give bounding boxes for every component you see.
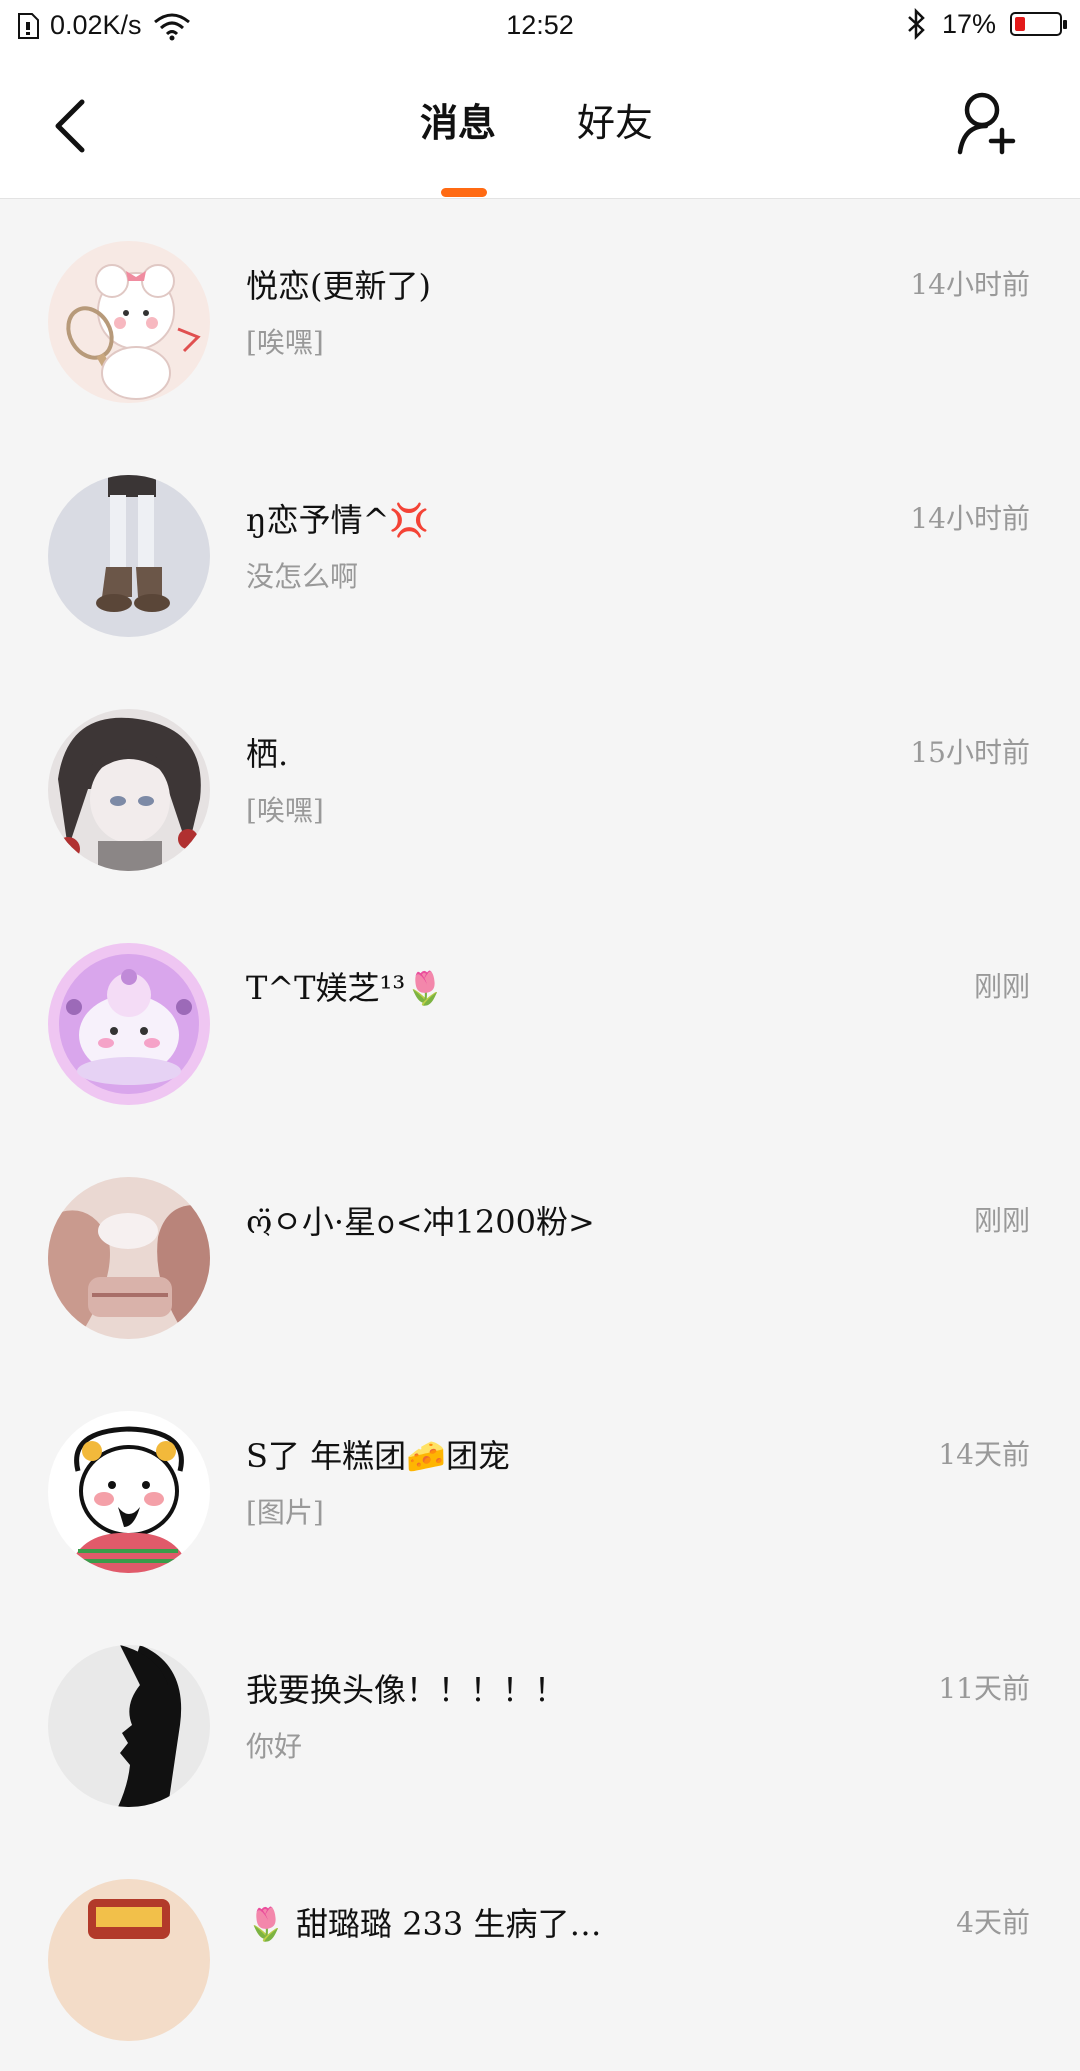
avatar[interactable] [48, 943, 210, 1105]
avatar[interactable] [48, 1879, 210, 2041]
conversation-item[interactable]: 栖. [唉嘿] 15小时前 [0, 667, 1080, 901]
battery-icon [1010, 12, 1067, 36]
conversation-item[interactable]: T^T媄芝¹³🌷 刚刚 [0, 901, 1080, 1135]
message-time: 刚刚 [973, 970, 1030, 1003]
message-preview: [唉嘿] [246, 794, 324, 827]
message-preview: [图片] [246, 1496, 324, 1529]
add-friend-icon[interactable] [956, 90, 1018, 156]
message-time: 14小时前 [910, 502, 1030, 535]
battery-percent: 17% [941, 8, 996, 39]
status-bar: 0.02K/s 12:52 17% [0, 0, 1080, 52]
tab-messages[interactable]: 消息 [420, 92, 496, 147]
contact-name: 栖. [246, 735, 289, 773]
avatar[interactable] [48, 709, 210, 871]
contact-name: ო̈ㅇ小·星ᩅ<冲1200粉> [246, 1203, 595, 1241]
conversation-item[interactable]: 我要换头像！！！！！ 你好 11天前 [0, 1603, 1080, 1837]
tab-friends[interactable]: 好友 [577, 92, 653, 147]
contact-name: ŋ恋予情^💢 [246, 501, 430, 539]
contact-name: 🌷 甜璐璐 233 生病了… [246, 1905, 602, 1943]
contact-name: T^T媄芝¹³🌷 [246, 969, 446, 1007]
avatar[interactable] [48, 1645, 210, 1807]
contact-name: 我要换头像！！！！！ [246, 1671, 567, 1709]
message-time: 15小时前 [910, 736, 1030, 769]
contact-name: 悦恋(更新了) [246, 267, 431, 305]
conversation-item[interactable]: ŋ恋予情^💢 没怎么啊 14小时前 [0, 433, 1080, 667]
message-time: 11天前 [938, 1672, 1030, 1705]
message-time: 刚刚 [973, 1204, 1030, 1237]
top-nav: 消息 好友 [0, 52, 1080, 199]
conversation-item[interactable]: ო̈ㅇ小·星ᩅ<冲1200粉> 刚刚 [0, 1135, 1080, 1369]
active-tab-indicator [441, 188, 487, 197]
message-preview: [唉嘿] [246, 326, 324, 359]
message-time: 4天前 [956, 1906, 1030, 1939]
conversation-item[interactable]: 悦恋(更新了) [唉嘿] 14小时前 [0, 199, 1080, 433]
avatar[interactable] [48, 475, 210, 637]
bluetooth-icon [908, 8, 925, 40]
avatar[interactable] [48, 241, 210, 403]
back-arrow-icon[interactable] [48, 96, 96, 156]
conversation-item[interactable]: 🌷 甜璐璐 233 生病了… 4天前 [0, 1837, 1080, 2071]
avatar[interactable] [48, 1177, 210, 1339]
message-preview: 没怎么啊 [246, 560, 359, 593]
conversation-item[interactable]: S了 年糕团🧀团宠 [图片] 14天前 [0, 1369, 1080, 1603]
message-preview: 你好 [246, 1730, 303, 1763]
contact-name: S了 年糕团🧀团宠 [246, 1437, 510, 1475]
message-time: 14小时前 [910, 268, 1030, 301]
message-time: 14天前 [938, 1438, 1030, 1471]
avatar[interactable] [48, 1411, 210, 1573]
